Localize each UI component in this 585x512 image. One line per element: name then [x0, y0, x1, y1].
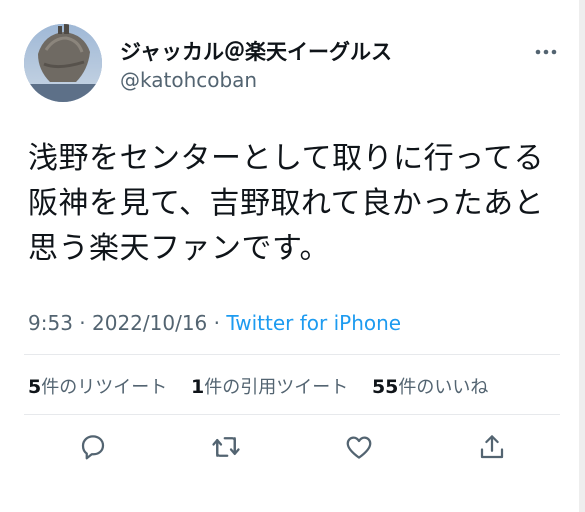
quote-count: 1: [190, 376, 205, 398]
divider: [24, 414, 560, 415]
avatar[interactable]: [24, 24, 102, 102]
heart-icon[interactable]: [344, 432, 374, 462]
scrollbar-edge: [579, 0, 585, 512]
quote-count-link[interactable]: 1件の引用ツイート: [190, 376, 349, 398]
like-count-link[interactable]: 55件のいいね: [371, 376, 489, 398]
more-options-icon[interactable]: [532, 40, 560, 64]
meta-separator: ·: [207, 311, 227, 335]
tweet-time[interactable]: 9:53: [28, 311, 73, 335]
tweet-date[interactable]: 2022/10/16: [92, 311, 207, 335]
tweet-text-line: 阪神を見て、吉野取れて良かったあと: [28, 186, 545, 221]
share-icon[interactable]: [477, 432, 507, 462]
retweet-count: 5: [28, 376, 42, 398]
tweet-source-link[interactable]: Twitter for iPhone: [226, 311, 401, 335]
retweet-icon[interactable]: [211, 432, 241, 462]
retweet-count-label: 件のリツイート: [41, 377, 168, 398]
tweet-meta: 9:53 · 2022/10/16 · Twitter for iPhone: [28, 311, 401, 335]
retweet-count-link[interactable]: 5件のリツイート: [28, 376, 168, 398]
tweet-text-line: 思う楽天ファンです。: [28, 231, 330, 266]
meta-separator: ·: [72, 311, 92, 335]
author-display-name[interactable]: ジャッカル＠楽天イーグルス: [120, 36, 392, 66]
like-count: 55: [371, 376, 399, 398]
divider: [24, 354, 560, 355]
quote-count-label: 件の引用ツイート: [204, 377, 349, 398]
author-handle[interactable]: @katohcoban: [120, 68, 257, 92]
tweet-text-line: 浅野をセンターとして取りに行ってる: [28, 141, 545, 176]
rock-castle-avatar-icon: [24, 24, 102, 102]
tweet-card: ジャッカル＠楽天イーグルス @katohcoban 浅野をセンターとして取りに行…: [0, 0, 585, 512]
tweet-stats: 5件のリツイート 1件の引用ツイート 55件のいいね: [28, 373, 506, 399]
reply-icon[interactable]: [78, 432, 108, 462]
tweet-text: 浅野をセンターとして取りに行ってる 阪神を見て、吉野取れて良かったあと 思う楽天…: [28, 136, 568, 271]
like-count-label: 件のいいね: [398, 377, 489, 398]
